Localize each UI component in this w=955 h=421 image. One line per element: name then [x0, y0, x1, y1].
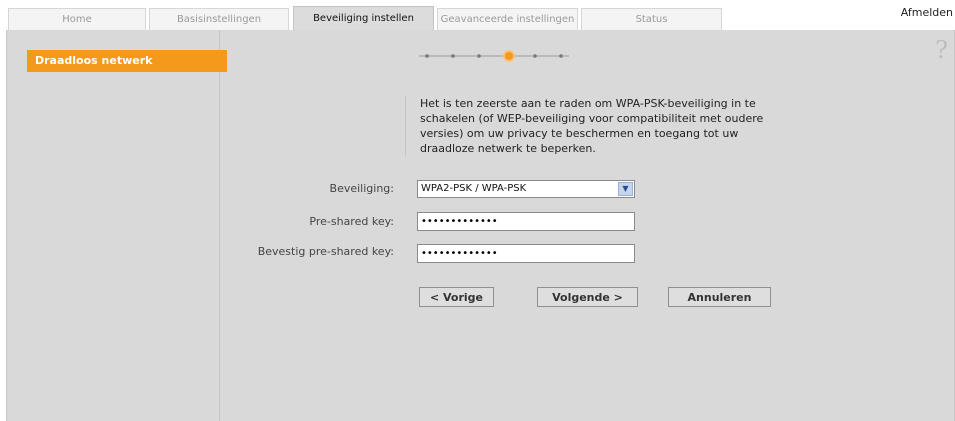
security-select-value: WPA2-PSK / WPA-PSK [421, 183, 527, 194]
tab-home[interactable]: Home [8, 8, 146, 30]
prev-button[interactable]: < Vorige [419, 287, 494, 307]
psk-confirm-label: Bevestig pre-shared key: [257, 245, 394, 258]
wizard-step-dot [477, 54, 481, 58]
intro-text: Het is ten zeerste aan te raden om WPA-P… [405, 96, 775, 156]
wizard-step-dot [503, 50, 515, 62]
help-icon[interactable]: ? [935, 36, 948, 64]
wizard-step-dot [451, 54, 455, 58]
cancel-button[interactable]: Annuleren [668, 287, 771, 307]
tab-geavanceerde-instellingen[interactable]: Geavanceerde instellingen [437, 8, 578, 30]
wizard-step-dot [559, 54, 563, 58]
security-select[interactable]: WPA2-PSK / WPA-PSK ▼ [417, 180, 635, 198]
sidebar-item-draadloos-netwerk[interactable]: Draadloos netwerk [27, 50, 227, 72]
logout-link[interactable]: Afmelden [901, 6, 953, 19]
tab-status[interactable]: Status [581, 8, 722, 30]
psk-field[interactable] [417, 212, 635, 231]
main-content: Draadloos netwerk ? Het is ten zeerste a… [6, 30, 955, 421]
wizard-progress [419, 50, 569, 62]
security-label: Beveiliging: [329, 182, 394, 195]
tab-basisinstellingen[interactable]: Basisinstellingen [149, 8, 289, 30]
sidebar: Draadloos netwerk [7, 30, 227, 421]
psk-label: Pre-shared key: [309, 215, 394, 228]
psk-confirm-field[interactable] [417, 244, 635, 263]
tab-beveiliging-instellen[interactable]: Beveiliging instellen [293, 6, 434, 30]
wizard-step-dot [533, 54, 537, 58]
chevron-down-icon[interactable]: ▼ [618, 182, 633, 196]
top-nav-tabs: Home Basisinstellingen Beveiliging inste… [0, 0, 955, 30]
next-button[interactable]: Volgende > [537, 287, 638, 307]
wizard-step-dot [425, 54, 429, 58]
